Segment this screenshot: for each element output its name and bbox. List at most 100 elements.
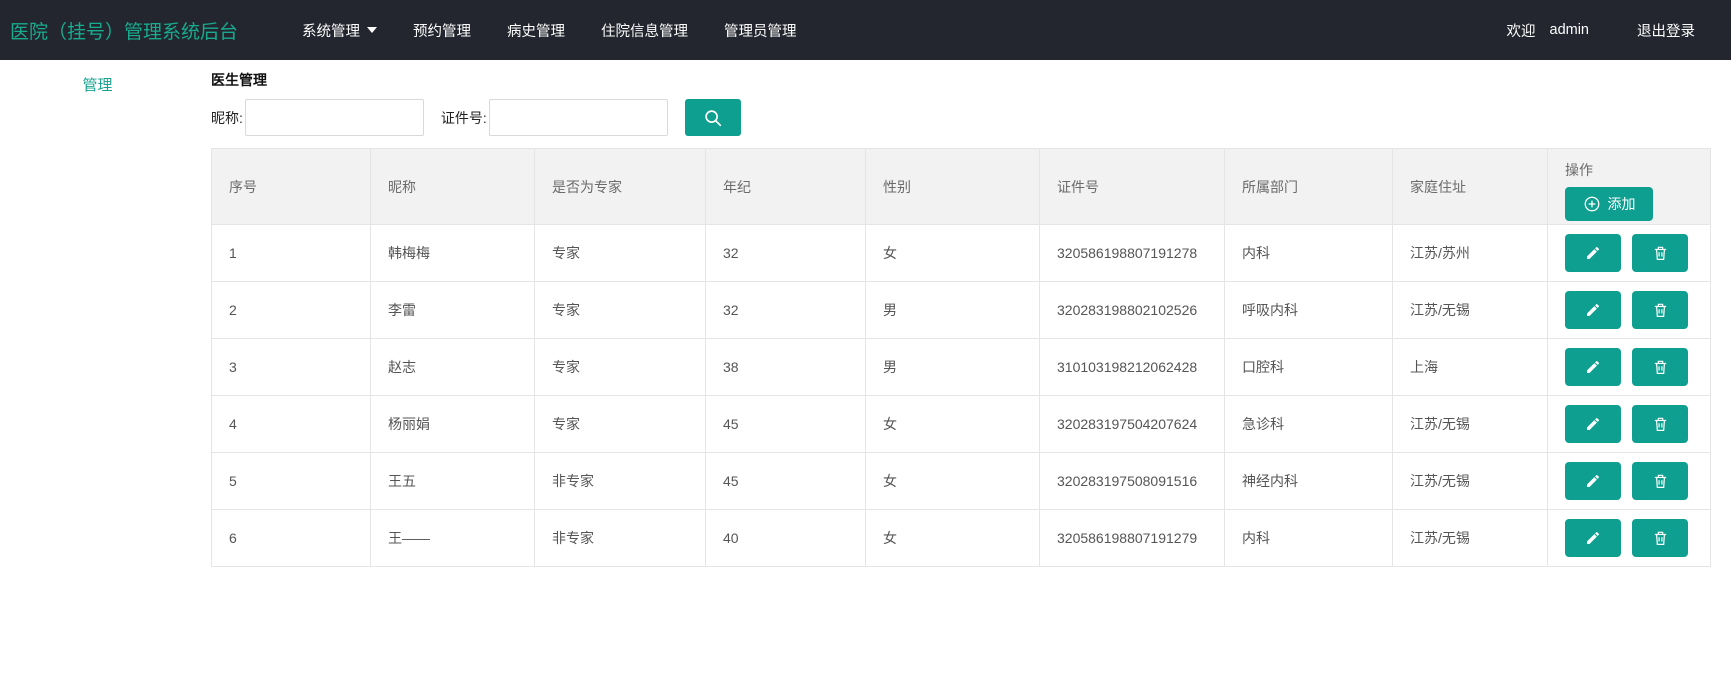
logout-link[interactable]: 退出登录 (1637, 20, 1695, 41)
cell-dept: 呼吸内科 (1224, 281, 1393, 339)
cell-idcard: 320283198802102526 (1039, 281, 1225, 339)
cell-age: 45 (705, 452, 866, 510)
cell-age: 32 (705, 224, 866, 282)
table-header-row: 序号 昵称 是否为专家 年纪 性别 证件号 所属部门 家庭住址 操作 添加 (211, 148, 1711, 225)
cell-expert: 专家 (534, 281, 706, 339)
table-row: 6 王—— 非专家 40 女 320586198807191279 内科 江苏/… (211, 509, 1711, 567)
cell-age: 32 (705, 281, 866, 339)
cell-nickname: 王—— (370, 509, 535, 567)
header-nickname: 昵称 (370, 148, 535, 225)
sidebar-item-manage[interactable]: 管理 (82, 74, 112, 95)
cell-actions (1547, 452, 1711, 510)
table-row: 1 韩梅梅 专家 32 女 320586198807191278 内科 江苏/苏… (211, 224, 1711, 282)
navbar-right: 欢迎 admin 退出登录 (1507, 20, 1731, 41)
header-idcard: 证件号 (1039, 148, 1225, 225)
header-no: 序号 (211, 148, 371, 225)
cell-gender: 女 (865, 224, 1040, 282)
cell-no: 6 (211, 509, 371, 567)
cell-no: 5 (211, 452, 371, 510)
cell-address: 江苏/无锡 (1392, 395, 1548, 453)
table-row: 3 赵志 专家 38 男 310103198212062428 口腔科 上海 (211, 338, 1711, 396)
cell-expert: 专家 (534, 395, 706, 453)
delete-button[interactable] (1632, 519, 1688, 557)
cell-idcard: 320586198807191278 (1039, 224, 1225, 282)
cell-nickname: 赵志 (370, 338, 535, 396)
cell-actions (1547, 395, 1711, 453)
delete-button[interactable] (1632, 234, 1688, 272)
page-layout: 管理 医生管理 昵称: 证件号: 序号 昵称 是否为专家 年纪 性别 证件号 所… (0, 60, 1731, 567)
trash-icon (1652, 244, 1669, 262)
menu-item-label: 系统管理 (302, 23, 361, 40)
doctors-table: 序号 昵称 是否为专家 年纪 性别 证件号 所属部门 家庭住址 操作 添加 1 … (211, 148, 1711, 567)
menu-item-admin[interactable]: 管理员管理 (706, 20, 815, 41)
cell-expert: 非专家 (534, 509, 706, 567)
edit-button[interactable] (1565, 291, 1621, 329)
edit-button[interactable] (1565, 348, 1621, 386)
cell-age: 38 (705, 338, 866, 396)
cell-expert: 专家 (534, 224, 706, 282)
top-navbar: 医院（挂号）管理系统后台 系统管理 预约管理 病史管理 住院信息管理 管理员管理… (0, 0, 1731, 60)
cell-age: 40 (705, 509, 866, 567)
menu-item-system[interactable]: 系统管理 (284, 20, 395, 41)
edit-button[interactable] (1565, 462, 1621, 500)
pencil-icon (1585, 302, 1601, 318)
cell-idcard: 310103198212062428 (1039, 338, 1225, 396)
cell-dept: 神经内科 (1224, 452, 1393, 510)
pencil-icon (1585, 473, 1601, 489)
menu-item-label: 住院信息管理 (601, 23, 689, 40)
delete-button[interactable] (1632, 462, 1688, 500)
cell-no: 2 (211, 281, 371, 339)
cell-dept: 内科 (1224, 509, 1393, 567)
cell-actions (1547, 509, 1711, 567)
pencil-icon (1585, 245, 1601, 261)
cell-nickname: 杨丽娟 (370, 395, 535, 453)
plus-circle-icon (1583, 195, 1601, 213)
search-icon (702, 107, 724, 129)
header-age: 年纪 (705, 148, 866, 225)
table-row: 5 王五 非专家 45 女 320283197508091516 神经内科 江苏… (211, 452, 1711, 510)
cell-expert: 非专家 (534, 452, 706, 510)
trash-icon (1652, 358, 1669, 376)
header-dept: 所属部门 (1224, 148, 1393, 225)
trash-icon (1652, 415, 1669, 433)
edit-button[interactable] (1565, 405, 1621, 443)
header-actions: 操作 添加 (1547, 148, 1711, 225)
cell-expert: 专家 (534, 338, 706, 396)
search-bar: 昵称: 证件号: (211, 99, 1731, 136)
cell-idcard: 320283197504207624 (1039, 395, 1225, 453)
add-button-label: 添加 (1607, 196, 1636, 212)
menu-item-hospitalization[interactable]: 住院信息管理 (583, 20, 706, 41)
cell-address: 江苏/无锡 (1392, 281, 1548, 339)
menu-item-label: 病史管理 (507, 23, 566, 40)
chevron-down-icon (367, 27, 378, 33)
trash-icon (1652, 472, 1669, 490)
cell-gender: 女 (865, 395, 1040, 453)
actions-header-label: 操作 (1565, 162, 1593, 178)
cell-no: 3 (211, 338, 371, 396)
cell-gender: 女 (865, 509, 1040, 567)
cell-no: 1 (211, 224, 371, 282)
sidebar: 管理 (0, 60, 195, 95)
menu-item-medical-history[interactable]: 病史管理 (489, 20, 583, 41)
menu-item-appointment[interactable]: 预约管理 (395, 20, 489, 41)
table-row: 4 杨丽娟 专家 45 女 320283197504207624 急诊科 江苏/… (211, 395, 1711, 453)
main-menu: 系统管理 预约管理 病史管理 住院信息管理 管理员管理 (284, 20, 815, 41)
search-button[interactable] (684, 99, 741, 136)
header-address: 家庭住址 (1392, 148, 1548, 225)
username-text: admin (1549, 22, 1590, 38)
cell-nickname: 李雷 (370, 281, 535, 339)
delete-button[interactable] (1632, 291, 1688, 329)
idcard-label: 证件号: (440, 109, 487, 126)
add-button[interactable]: 添加 (1565, 187, 1653, 221)
delete-button[interactable] (1632, 405, 1688, 443)
nickname-label: 昵称: (211, 109, 243, 126)
delete-button[interactable] (1632, 348, 1688, 386)
cell-nickname: 王五 (370, 452, 535, 510)
idcard-input[interactable] (488, 99, 668, 136)
cell-actions (1547, 224, 1711, 282)
edit-button[interactable] (1565, 234, 1621, 272)
nickname-input[interactable] (244, 99, 424, 136)
cell-idcard: 320283197508091516 (1039, 452, 1225, 510)
edit-button[interactable] (1565, 519, 1621, 557)
cell-address: 江苏/苏州 (1392, 224, 1548, 282)
